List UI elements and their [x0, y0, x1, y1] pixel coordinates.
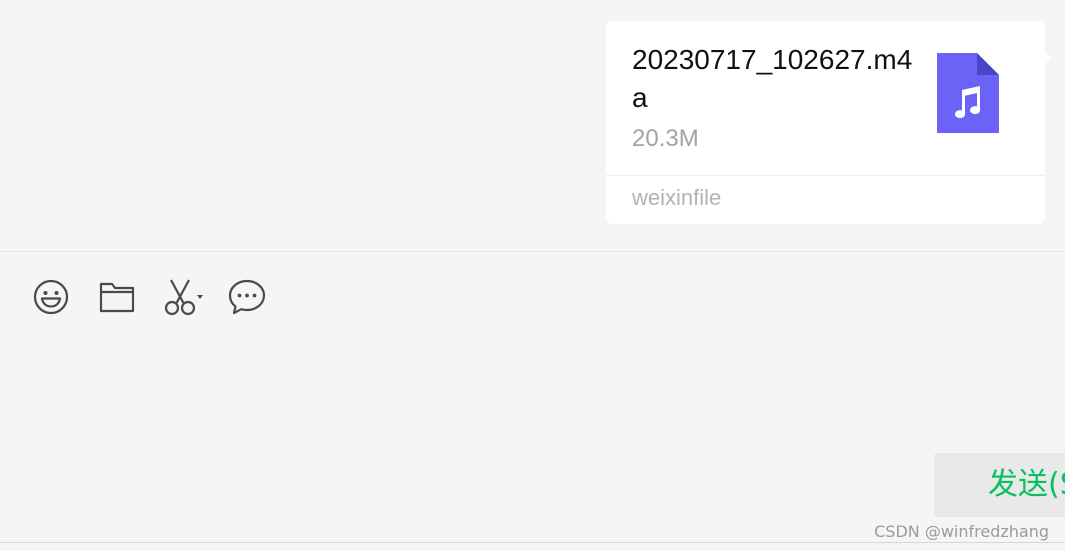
emoji-icon — [33, 279, 69, 315]
file-message-bubble[interactable]: 20230717_102627.m4a 20.3M weixinfile — [606, 21, 1051, 224]
emoji-button[interactable] — [31, 277, 71, 317]
send-button[interactable]: 发送(S — [934, 453, 1065, 517]
watermark: CSDN @winfredzhang — [874, 522, 1049, 541]
scissors-icon — [163, 278, 205, 316]
file-source-label: weixinfile — [632, 185, 722, 210]
send-file-button[interactable] — [97, 277, 137, 317]
folder-icon — [99, 281, 135, 313]
file-name: 20230717_102627.m4a — [632, 44, 913, 113]
chat-history-button[interactable] — [227, 277, 267, 317]
chat-message-area: 20230717_102627.m4a 20.3M weixinfile — [0, 0, 1065, 251]
audio-file-icon — [937, 53, 999, 133]
file-size: 20.3M — [632, 125, 699, 152]
file-bubble-divider — [606, 175, 1045, 176]
chat-bubble-icon — [228, 279, 266, 315]
screenshot-button[interactable] — [162, 277, 206, 317]
message-input-area[interactable]: 发送(S — [0, 252, 1065, 542]
